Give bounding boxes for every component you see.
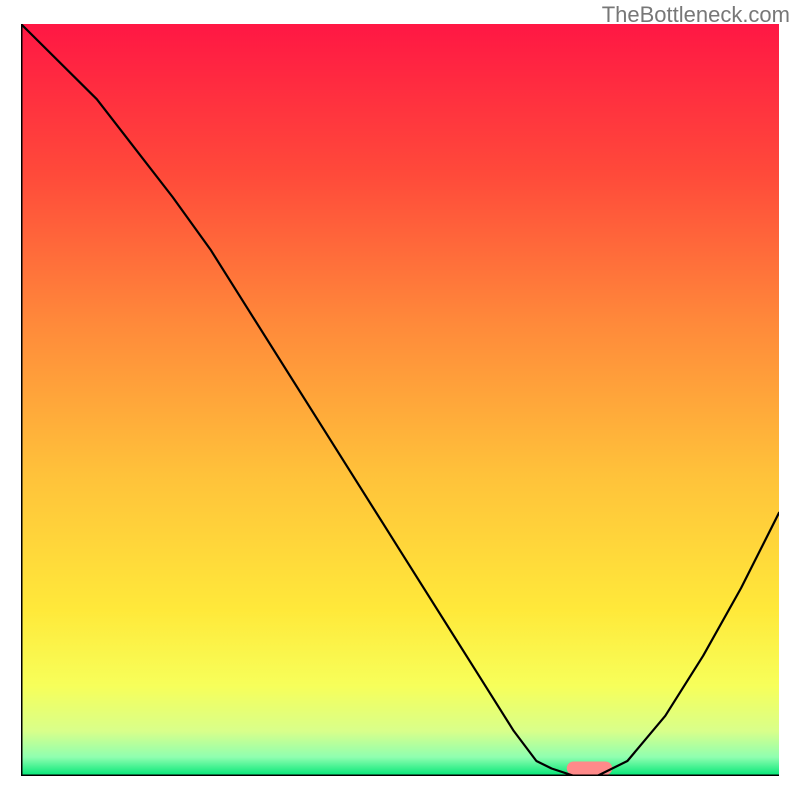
gradient-background	[21, 24, 779, 776]
watermark-text: TheBottleneck.com	[602, 2, 790, 28]
plot-area	[21, 24, 779, 776]
chart-container: TheBottleneck.com	[0, 0, 800, 800]
chart-svg	[21, 24, 779, 776]
